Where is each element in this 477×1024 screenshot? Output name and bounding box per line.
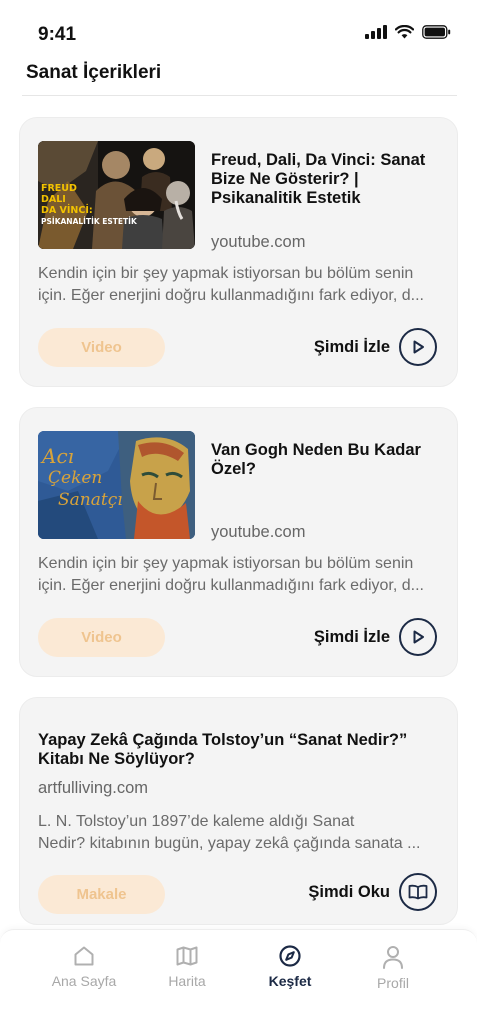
type-badge: Video [38, 618, 165, 657]
card-description-line: L. N. Tolstoy’un 1897’de kaleme aldığı S… [38, 813, 355, 830]
thumbnail-text: DALI [41, 194, 66, 205]
status-bar: 9:41 [0, 0, 477, 60]
video-thumbnail[interactable]: FREUD DALI DA VİNCİ: PSİKANALİTİK ESTETİ… [38, 141, 195, 249]
battery-icon [422, 25, 451, 39]
book-icon[interactable] [399, 873, 437, 911]
thumbnail-text: Çeken [48, 468, 103, 488]
card-description-line: için. Eğer enerjini doğru kullanmadığını… [38, 287, 424, 304]
type-badge: Makale [38, 875, 165, 914]
card-title-line: Bize Ne Gösterir? | [211, 170, 359, 188]
card-title-line: Freud, Dali, Da Vinci: Sanat [211, 151, 426, 169]
read-now-button[interactable]: Şimdi Oku [308, 873, 437, 911]
nav-item-explore[interactable]: Keşfet [242, 944, 338, 989]
card-description-line: Kendin için bir şey yapmak istiyorsan bu… [38, 265, 414, 282]
page-title: Sanat İçerikleri [26, 62, 162, 83]
content-card[interactable]: FREUD DALI DA VİNCİ: PSİKANALİTİK ESTETİ… [19, 117, 458, 387]
card-title-line: Özel? [211, 460, 256, 478]
card-source: artfulliving.com [38, 779, 149, 797]
title-divider [22, 95, 457, 96]
video-thumbnail[interactable]: Acı Çeken Sanatçı [38, 431, 195, 539]
nav-label: Harita [168, 973, 206, 989]
card-description-line: için. Eğer enerjini doğru kullanmadığını… [38, 577, 424, 594]
thumbnail-text: Acı [42, 444, 75, 468]
nav-label: Ana Sayfa [51, 973, 117, 989]
watch-now-button[interactable]: Şimdi İzle [314, 328, 437, 366]
watch-now-button[interactable]: Şimdi İzle [314, 618, 437, 656]
nav-label: Profil [377, 975, 409, 991]
thumbnail-caption: FREUD DALI DA VİNCİ: PSİKANALİTİK ESTETİ… [41, 183, 137, 227]
card-description: L. N. Tolstoy’un 1897’de kaleme aldığı S… [38, 811, 443, 855]
thumbnail-text: PSİKANALİTİK ESTETİK [41, 217, 137, 226]
card-title-line: Yapay Zekâ Çağında Tolstoy’un “Sanat Ned… [38, 731, 408, 749]
card-source: youtube.com [211, 523, 306, 541]
watch-now-label: Şimdi İzle [313, 627, 390, 646]
nav-label: Keşfet [268, 973, 312, 989]
card-description: Kendin için bir şey yapmak istiyorsan bu… [38, 553, 443, 597]
wifi-icon [395, 25, 414, 39]
nav-item-map[interactable]: Harita [139, 944, 235, 989]
card-title-line: Psikanalitik Estetik [211, 189, 361, 207]
thumbnail-text: DA VİNCİ: [41, 205, 93, 216]
thumbnail-text: Sanatçı [58, 490, 123, 510]
type-badge: Video [38, 328, 165, 367]
card-description-line: Nedir? kitabının bugün, yapay zekâ çağın… [38, 835, 421, 852]
status-icons [365, 25, 451, 39]
play-icon[interactable] [399, 328, 437, 366]
card-title-line: Kitabı Ne Söylüyor? [38, 750, 195, 768]
card-title[interactable]: Van Gogh Neden Bu Kadar Özel? [211, 441, 443, 479]
thumbnail-text: FREUD [41, 183, 77, 194]
map-icon [176, 946, 198, 966]
watch-now-label: Şimdi İzle [313, 337, 390, 356]
nav-item-home[interactable]: Ana Sayfa [36, 944, 132, 989]
nav-item-profile[interactable]: Profil [345, 944, 441, 991]
card-title-line: Van Gogh Neden Bu Kadar [211, 441, 421, 459]
content-card[interactable]: Yapay Zekâ Çağında Tolstoy’un “Sanat Ned… [19, 697, 458, 925]
read-now-label: Şimdi Oku [308, 882, 390, 901]
user-icon [383, 946, 403, 969]
card-title[interactable]: Yapay Zekâ Çağında Tolstoy’un “Sanat Ned… [38, 731, 443, 769]
play-icon[interactable] [399, 618, 437, 656]
thumbnail-caption: Acı Çeken Sanatçı [42, 445, 123, 511]
bottom-nav: Ana Sayfa Harita Keşfet Profil [0, 929, 477, 1024]
signal-icon [365, 25, 387, 39]
card-description: Kendin için bir şey yapmak istiyorsan bu… [38, 263, 443, 307]
card-description-line: Kendin için bir şey yapmak istiyorsan bu… [38, 555, 414, 572]
card-title[interactable]: Freud, Dali, Da Vinci: Sanat Bize Ne Gös… [211, 151, 443, 208]
status-time: 9:41 [38, 24, 77, 45]
content-card[interactable]: Acı Çeken Sanatçı Van Gogh Neden Bu Kada… [19, 407, 458, 677]
compass-icon [279, 945, 301, 967]
home-icon [74, 946, 94, 966]
card-source: youtube.com [211, 233, 306, 251]
